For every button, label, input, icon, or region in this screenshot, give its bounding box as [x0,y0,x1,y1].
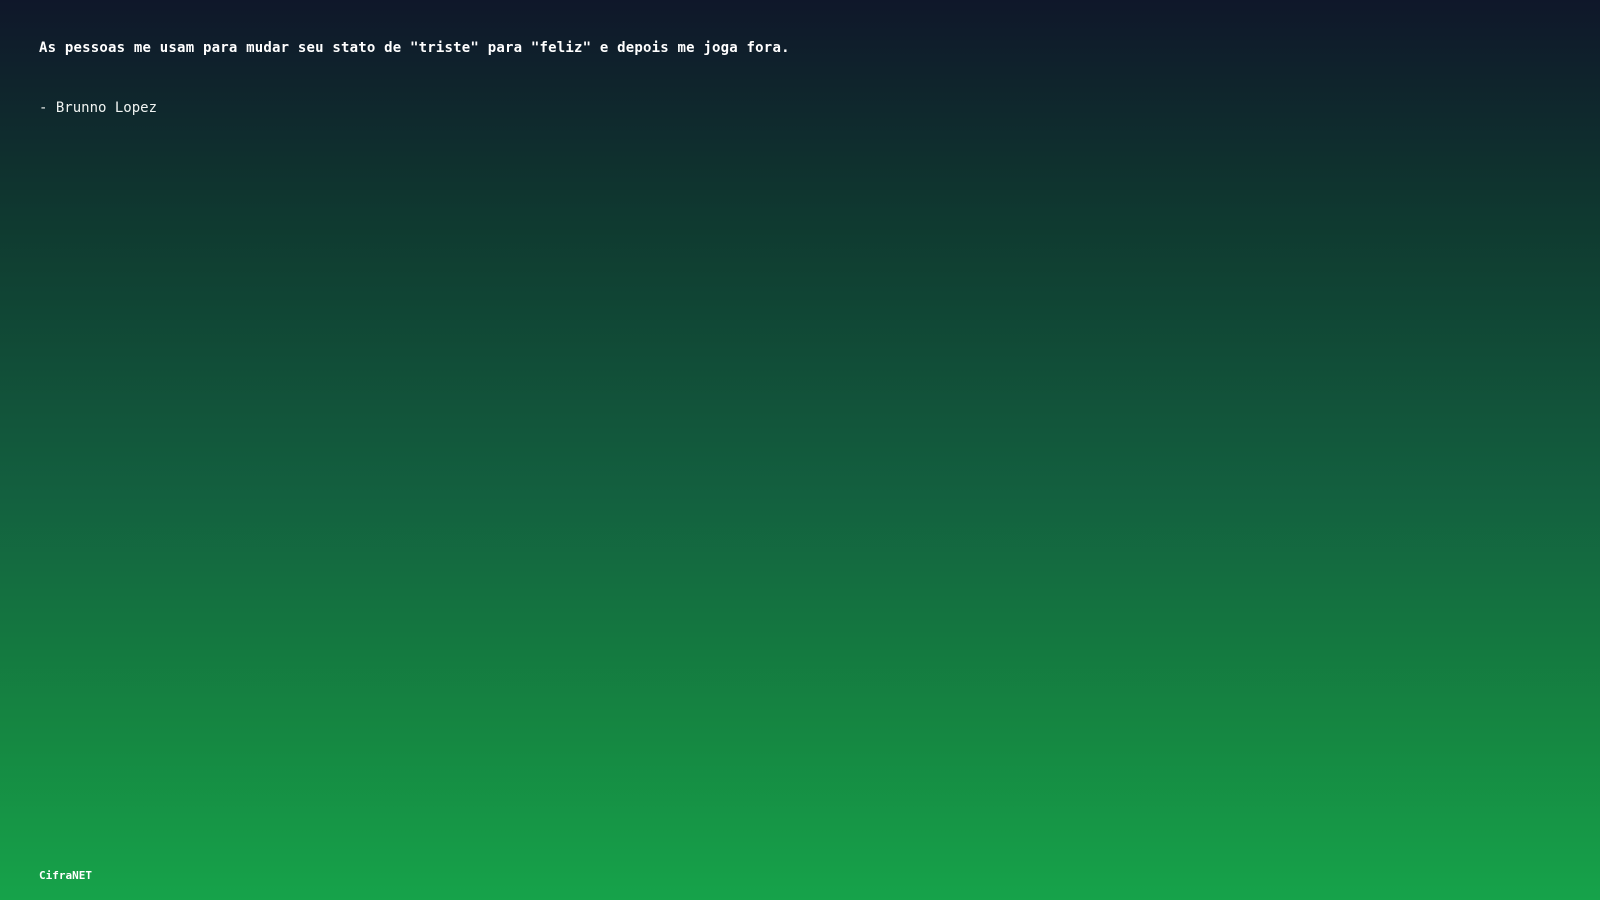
quote-text: As pessoas me usam para mudar seu stato … [39,40,790,56]
quote-slide: As pessoas me usam para mudar seu stato … [0,0,1600,900]
brand-label: CifraNET [39,869,92,882]
quote-author: - Brunno Lopez [39,100,158,116]
